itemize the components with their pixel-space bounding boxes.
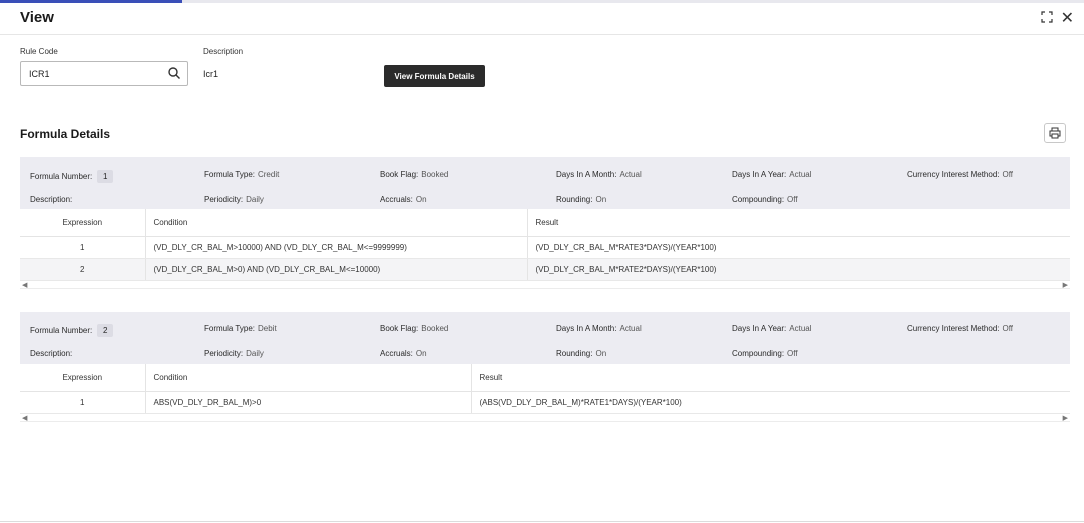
window-header: View ✕ bbox=[0, 3, 1084, 35]
expression-cell: 1 bbox=[20, 391, 145, 414]
compounding: Compounding: Off bbox=[732, 349, 798, 358]
result-cell: (VD_DLY_CR_BAL_M*RATE2*DAYS)/(YEAR*100) bbox=[526, 258, 1070, 281]
table-header-row: Expression Condition Result bbox=[20, 364, 1070, 392]
column-header-expression: Expression bbox=[20, 364, 145, 392]
expression-cell: 1 bbox=[20, 236, 145, 259]
scroll-right-icon[interactable]: ▶ bbox=[1063, 414, 1068, 422]
days-in-month: Days In A Month: Actual bbox=[556, 324, 642, 333]
rounding: Rounding: On bbox=[556, 349, 607, 358]
formula-number-value: 1 bbox=[97, 170, 114, 183]
rule-code-value: ICR1 bbox=[29, 69, 50, 79]
rule-code-input[interactable]: ICR1 bbox=[20, 61, 188, 86]
section-title: Formula Details bbox=[20, 127, 111, 141]
close-icon[interactable]: ✕ bbox=[1061, 10, 1074, 26]
printer-icon bbox=[1049, 127, 1061, 139]
days-in-year: Days In A Year: Actual bbox=[732, 324, 812, 333]
formula-number-value: 2 bbox=[97, 324, 114, 337]
condition-cell: (VD_DLY_CR_BAL_M>0) AND (VD_DLY_CR_BAL_M… bbox=[144, 258, 527, 281]
formula-block-2: Formula Number: 2 Formula Type: Debit Book… bbox=[20, 312, 1070, 422]
expression-table-2: Expression Condition Result 1 ABS(VD_DLY… bbox=[20, 364, 1070, 414]
print-button[interactable] bbox=[1044, 123, 1066, 143]
compounding: Compounding: Off bbox=[732, 195, 798, 204]
accruals: Accruals: On bbox=[380, 195, 427, 204]
result-cell: (VD_DLY_CR_BAL_M*RATE3*DAYS)/(YEAR*100) bbox=[526, 236, 1070, 259]
days-in-month: Days In A Month: Actual bbox=[556, 170, 642, 179]
periodicity: Periodicity: Daily bbox=[204, 349, 264, 358]
accruals: Accruals: On bbox=[380, 349, 427, 358]
table-row: 1 ABS(VD_DLY_DR_BAL_M)>0 (ABS(VD_DLY_DR_… bbox=[20, 391, 1070, 414]
formula-description: Description: bbox=[30, 349, 73, 358]
formula-number: Formula Number: 2 bbox=[30, 324, 114, 337]
formula-number: Formula Number: 1 bbox=[30, 170, 114, 183]
scroll-right-icon[interactable]: ▶ bbox=[1063, 281, 1068, 289]
formula-header-1: Formula Number: 1 Formula Type: Credit Boo… bbox=[20, 157, 1070, 209]
result-cell: (ABS(VD_DLY_DR_BAL_M)*RATE1*DAYS)/(YEAR*… bbox=[470, 391, 1070, 414]
table-row: 2 (VD_DLY_CR_BAL_M>0) AND (VD_DLY_CR_BAL… bbox=[20, 258, 1070, 281]
currency-interest-method: Currency Interest Method: Off bbox=[907, 324, 1014, 333]
formula-block-1: Formula Number: 1 Formula Type: Credit Boo… bbox=[20, 157, 1070, 289]
days-in-year: Days In A Year: Actual bbox=[732, 170, 812, 179]
view-formula-details-button[interactable]: View Formula Details bbox=[384, 65, 485, 87]
scroll-left-icon[interactable]: ◀ bbox=[22, 281, 27, 289]
header-actions: ✕ bbox=[1040, 10, 1074, 26]
column-header-expression: Expression bbox=[20, 209, 145, 237]
formula-description: Description: bbox=[30, 195, 73, 204]
formula-header-2: Formula Number: 2 Formula Type: Debit Book… bbox=[20, 312, 1070, 364]
condition-cell: (VD_DLY_CR_BAL_M>10000) AND (VD_DLY_CR_B… bbox=[144, 236, 527, 259]
condition-cell: ABS(VD_DLY_DR_BAL_M)>0 bbox=[144, 391, 471, 414]
expression-cell: 2 bbox=[20, 258, 145, 281]
expand-icon[interactable] bbox=[1040, 11, 1053, 26]
column-header-result: Result bbox=[470, 364, 1070, 392]
column-header-condition: Condition bbox=[144, 209, 527, 237]
book-flag: Book Flag: Booked bbox=[380, 170, 449, 179]
description-label: Description bbox=[203, 47, 244, 56]
bottom-divider bbox=[0, 521, 1084, 522]
description-value: Icr1 bbox=[203, 69, 219, 79]
formula-type: Formula Type: Credit bbox=[204, 170, 280, 179]
currency-interest-method: Currency Interest Method: Off bbox=[907, 170, 1014, 179]
column-header-result: Result bbox=[526, 209, 1070, 237]
scroll-left-icon[interactable]: ◀ bbox=[22, 414, 27, 422]
horizontal-scrollbar-1[interactable]: ◀ ▶ bbox=[20, 281, 1070, 289]
formula-type: Formula Type: Debit bbox=[204, 324, 277, 333]
expression-table-1: Expression Condition Result 1 (VD_DLY_CR… bbox=[20, 209, 1070, 281]
periodicity: Periodicity: Daily bbox=[204, 195, 264, 204]
book-flag: Book Flag: Booked bbox=[380, 324, 449, 333]
table-row: 1 (VD_DLY_CR_BAL_M>10000) AND (VD_DLY_CR… bbox=[20, 236, 1070, 259]
window-title: View bbox=[20, 9, 54, 26]
rounding: Rounding: On bbox=[556, 195, 607, 204]
search-icon[interactable] bbox=[167, 66, 181, 80]
horizontal-scrollbar-2[interactable]: ◀ ▶ bbox=[20, 414, 1070, 422]
table-header-row: Expression Condition Result bbox=[20, 209, 1070, 237]
column-header-condition: Condition bbox=[144, 364, 471, 392]
rule-code-label: Rule Code bbox=[20, 47, 58, 56]
